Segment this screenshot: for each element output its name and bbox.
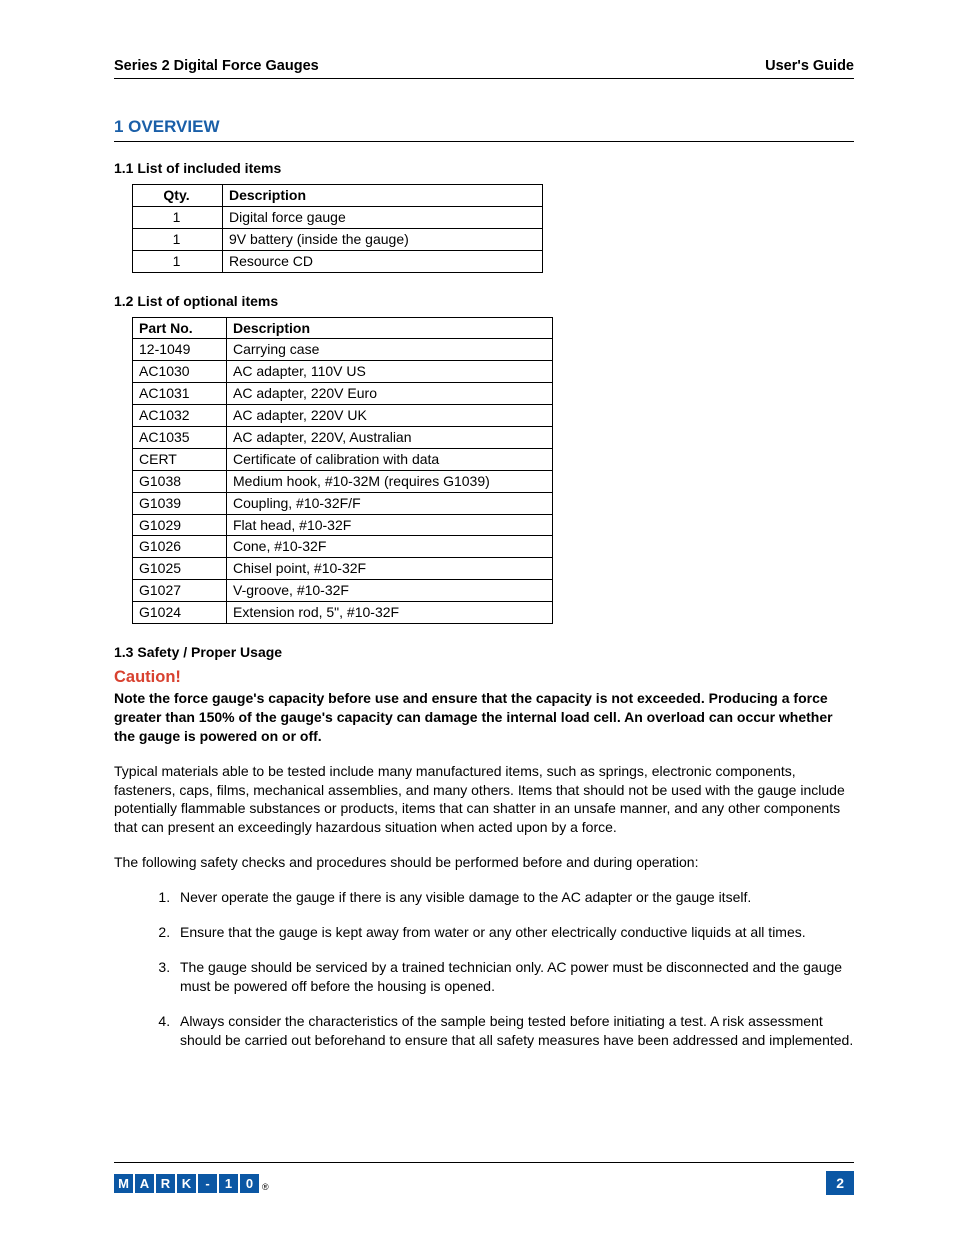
registered-mark: ®	[262, 1182, 269, 1192]
table-header-row: Qty. Description	[133, 185, 543, 207]
col-qty-header: Qty.	[133, 185, 223, 207]
header-right: User's Guide	[765, 58, 854, 74]
table-row: 19V battery (inside the gauge)	[133, 228, 543, 250]
desc-cell: Carrying case	[227, 339, 553, 361]
desc-cell: Certificate of calibration with data	[227, 448, 553, 470]
qty-cell: 1	[133, 206, 223, 228]
section-title: 1 OVERVIEW	[114, 117, 854, 142]
page-footer: MARK-10® 2	[114, 1162, 854, 1195]
desc-cell: AC adapter, 220V Euro	[227, 383, 553, 405]
subheading-1-1: 1.1 List of included items	[114, 160, 854, 176]
logo-char: 1	[219, 1174, 238, 1193]
page-number: 2	[826, 1171, 854, 1195]
part-cell: AC1030	[133, 361, 227, 383]
part-cell: 12-1049	[133, 339, 227, 361]
table-row: 1Resource CD	[133, 250, 543, 272]
part-cell: AC1035	[133, 427, 227, 449]
caution-note: Note the force gauge's capacity before u…	[114, 689, 854, 746]
qty-cell: 1	[133, 250, 223, 272]
safety-item: Always consider the characteristics of t…	[174, 1012, 854, 1050]
table-row: AC1030AC adapter, 110V US	[133, 361, 553, 383]
desc-cell: Medium hook, #10-32M (requires G1039)	[227, 470, 553, 492]
table-row: G1029Flat head, #10-32F	[133, 514, 553, 536]
part-cell: G1024	[133, 602, 227, 624]
part-cell: G1026	[133, 536, 227, 558]
desc-cell: Coupling, #10-32F/F	[227, 492, 553, 514]
desc-cell: AC adapter, 110V US	[227, 361, 553, 383]
table-row: 1Digital force gauge	[133, 206, 543, 228]
qty-cell: 1	[133, 228, 223, 250]
table-row: AC1032AC adapter, 220V UK	[133, 405, 553, 427]
part-cell: G1039	[133, 492, 227, 514]
table-row: G1027V-groove, #10-32F	[133, 580, 553, 602]
table-row: CERTCertificate of calibration with data	[133, 448, 553, 470]
table-row: G1038Medium hook, #10-32M (requires G103…	[133, 470, 553, 492]
logo-char: M	[114, 1174, 133, 1193]
desc-cell: Resource CD	[223, 250, 543, 272]
table-row: AC1035AC adapter, 220V, Australian	[133, 427, 553, 449]
table-header-row: Part No. Description	[133, 317, 553, 339]
desc-cell: Digital force gauge	[223, 206, 543, 228]
table-row: 12-1049Carrying case	[133, 339, 553, 361]
safety-list: Never operate the gauge if there is any …	[154, 888, 854, 1049]
logo-char: -	[198, 1174, 217, 1193]
safety-item: Ensure that the gauge is kept away from …	[174, 923, 854, 942]
desc-cell: Cone, #10-32F	[227, 536, 553, 558]
safety-item: Never operate the gauge if there is any …	[174, 888, 854, 907]
optional-items-table: Part No. Description 12-1049Carrying cas…	[132, 317, 553, 624]
safety-item: The gauge should be serviced by a traine…	[174, 958, 854, 996]
part-cell: AC1032	[133, 405, 227, 427]
logo-char: R	[156, 1174, 175, 1193]
table-row: G1026Cone, #10-32F	[133, 536, 553, 558]
desc-cell: Extension rod, 5", #10-32F	[227, 602, 553, 624]
subheading-1-3: 1.3 Safety / Proper Usage	[114, 644, 854, 660]
desc-cell: Flat head, #10-32F	[227, 514, 553, 536]
safety-paragraph-1: Typical materials able to be tested incl…	[114, 762, 854, 838]
brand-logo: MARK-10®	[114, 1174, 269, 1193]
safety-paragraph-2: The following safety checks and procedur…	[114, 853, 854, 872]
desc-cell: AC adapter, 220V UK	[227, 405, 553, 427]
table-row: AC1031AC adapter, 220V Euro	[133, 383, 553, 405]
part-cell: G1025	[133, 558, 227, 580]
page-header: Series 2 Digital Force Gauges User's Gui…	[114, 58, 854, 79]
logo-char: A	[135, 1174, 154, 1193]
logo-char: K	[177, 1174, 196, 1193]
table-row: G1039Coupling, #10-32F/F	[133, 492, 553, 514]
part-cell: CERT	[133, 448, 227, 470]
part-cell: G1038	[133, 470, 227, 492]
table-row: G1024Extension rod, 5", #10-32F	[133, 602, 553, 624]
col-desc-header: Description	[227, 317, 553, 339]
desc-cell: Chisel point, #10-32F	[227, 558, 553, 580]
footer-rule	[114, 1162, 854, 1163]
header-left: Series 2 Digital Force Gauges	[114, 58, 319, 74]
subheading-1-2: 1.2 List of optional items	[114, 293, 854, 309]
caution-label: Caution!	[114, 668, 854, 687]
logo-char: 0	[240, 1174, 259, 1193]
desc-cell: V-groove, #10-32F	[227, 580, 553, 602]
desc-cell: AC adapter, 220V, Australian	[227, 427, 553, 449]
desc-cell: 9V battery (inside the gauge)	[223, 228, 543, 250]
col-part-header: Part No.	[133, 317, 227, 339]
table-row: G1025Chisel point, #10-32F	[133, 558, 553, 580]
part-cell: G1027	[133, 580, 227, 602]
part-cell: AC1031	[133, 383, 227, 405]
included-items-table: Qty. Description 1Digital force gauge19V…	[132, 184, 543, 273]
col-desc-header: Description	[223, 185, 543, 207]
part-cell: G1029	[133, 514, 227, 536]
